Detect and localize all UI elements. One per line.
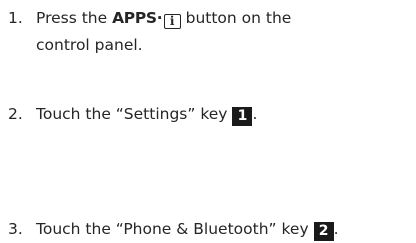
step-2: 2. Touch the “Settings” key 1. xyxy=(8,101,257,128)
step-text: button on the xyxy=(180,9,292,27)
step-3: 3. Touch the “Phone & Bluetooth” key 2. xyxy=(8,216,339,243)
info-icon: i xyxy=(163,14,181,29)
step-text: Touch the “Phone & Bluetooth” key xyxy=(36,220,309,238)
step-number: 1. xyxy=(8,9,23,27)
step-number: 2. xyxy=(8,105,23,123)
step-1: 1. Press the APPS· i button on the control… xyxy=(8,5,291,59)
step-continuation: control panel. xyxy=(36,36,143,54)
callout-badge: 1 xyxy=(232,107,253,126)
step-text: Touch the “Settings” key xyxy=(36,105,228,123)
apps-button-label: APPS xyxy=(112,9,157,27)
step-text: Press the xyxy=(36,9,113,27)
step-number: 3. xyxy=(8,220,23,238)
callout-badge: 2 xyxy=(313,222,334,241)
step-end: . xyxy=(333,220,339,238)
step-end: . xyxy=(252,105,258,123)
apps-button-separator: · xyxy=(156,9,163,27)
